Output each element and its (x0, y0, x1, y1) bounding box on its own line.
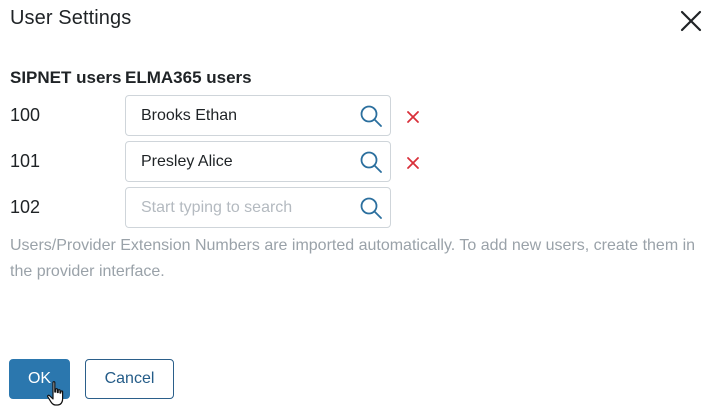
elma365-users-header: ELMA365 users (125, 68, 252, 87)
import-hint-text: Users/Provider Extension Numbers are imp… (10, 237, 696, 280)
user-search-field (125, 141, 391, 182)
user-search-field (125, 95, 391, 136)
user-search-input[interactable] (141, 142, 351, 181)
user-search-field (125, 187, 391, 228)
search-icon[interactable] (359, 196, 383, 220)
search-icon[interactable] (359, 104, 383, 128)
dialog-title: User Settings (10, 7, 132, 29)
remove-icon[interactable] (406, 110, 420, 124)
remove-icon[interactable] (406, 156, 420, 170)
user-search-input[interactable] (141, 188, 351, 227)
extension-number: 100 (10, 105, 41, 125)
extension-number: 101 (10, 151, 41, 171)
extension-number: 102 (10, 197, 41, 217)
cancel-button[interactable]: Cancel (85, 359, 174, 399)
user-settings-dialog: User Settings SIPNET users ELMA365 users… (0, 0, 708, 417)
close-button[interactable] (678, 8, 704, 34)
sipnet-users-header: SIPNET users (10, 68, 122, 87)
close-icon (680, 10, 702, 32)
user-search-input[interactable] (141, 96, 351, 135)
search-icon[interactable] (359, 150, 383, 174)
ok-button[interactable]: OK (9, 359, 70, 399)
